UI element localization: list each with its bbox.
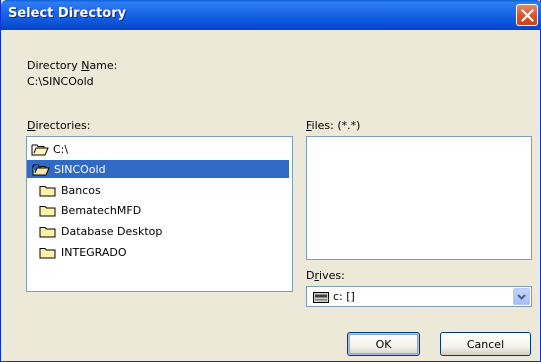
files-list[interactable] bbox=[306, 136, 532, 260]
directory-item[interactable]: INTEGRADO bbox=[27, 243, 179, 261]
folder-icon bbox=[39, 248, 56, 259]
drives-selected-value: c: [] bbox=[333, 290, 355, 303]
chevron-down-icon bbox=[517, 294, 526, 300]
drive-icon bbox=[313, 292, 329, 303]
directory-item-label: BematechMFD bbox=[61, 203, 142, 217]
window-title: Select Directory bbox=[8, 6, 127, 21]
drives-select[interactable]: c: [] bbox=[306, 286, 532, 307]
cancel-button[interactable]: Cancel bbox=[440, 332, 531, 356]
directory-item-label: INTEGRADO bbox=[61, 245, 127, 259]
files-label: Files: (*.*) bbox=[306, 119, 361, 132]
directories-list[interactable]: C:\ SINCOold Bancos BematechMFD Database Des… bbox=[26, 136, 293, 292]
directory-item-label: Bancos bbox=[61, 183, 101, 197]
drives-dropdown-button[interactable] bbox=[513, 288, 530, 305]
select-directory-dialog: Select Directory Directory Name: C:\SINC… bbox=[0, 0, 541, 362]
directory-name-label: Directory Name: bbox=[27, 59, 118, 72]
open-folder-icon bbox=[32, 164, 50, 176]
open-folder-icon bbox=[31, 144, 49, 156]
directory-item[interactable]: BematechMFD bbox=[27, 201, 189, 219]
folder-icon bbox=[39, 227, 56, 238]
title-bar[interactable]: Select Directory bbox=[1, 0, 541, 30]
directory-item-label: C:\ bbox=[53, 142, 69, 156]
close-icon bbox=[521, 9, 534, 22]
directory-item[interactable]: C:\ bbox=[27, 140, 101, 158]
folder-icon bbox=[39, 186, 56, 197]
close-button[interactable] bbox=[516, 4, 538, 26]
directory-item-label: SINCOold bbox=[54, 162, 106, 176]
directory-item[interactable]: SINCOold bbox=[27, 160, 289, 178]
directory-item[interactable]: Database Desktop bbox=[27, 222, 219, 240]
drives-label: Drives: bbox=[306, 269, 345, 282]
directory-item[interactable]: Bancos bbox=[27, 181, 149, 199]
directories-label: Directories: bbox=[27, 119, 91, 132]
ok-button[interactable]: OK bbox=[347, 332, 420, 356]
folder-icon bbox=[39, 206, 56, 217]
directory-item-label: Database Desktop bbox=[61, 224, 163, 238]
directory-name-value: C:\SINCOold bbox=[27, 75, 94, 88]
